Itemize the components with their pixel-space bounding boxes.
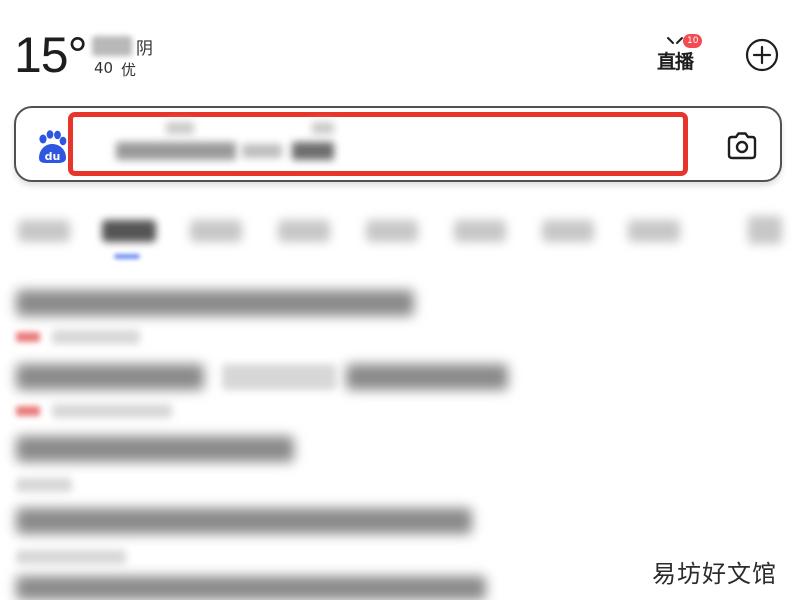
search-hint-redacted <box>166 122 194 134</box>
news-title-redacted[interactable] <box>16 576 486 600</box>
news-title-redacted[interactable] <box>16 290 414 316</box>
tab-active-redacted[interactable] <box>102 220 156 242</box>
tab-redacted[interactable] <box>542 220 594 242</box>
news-title-redacted[interactable] <box>16 436 294 462</box>
city-name-redacted <box>92 36 132 56</box>
news-tag-redacted <box>16 332 40 342</box>
live-label: 直播 <box>657 51 694 73</box>
air-quality-value: 40 <box>94 59 114 77</box>
search-hint-redacted <box>242 144 282 158</box>
search-hint-redacted <box>292 142 334 160</box>
tab-more-redacted[interactable] <box>748 216 782 244</box>
plus-circle-icon <box>745 38 779 72</box>
news-title-redacted[interactable] <box>16 364 204 390</box>
news-meta-redacted <box>16 478 72 492</box>
news-feed-redacted <box>0 196 800 600</box>
tab-redacted[interactable] <box>366 220 418 242</box>
baidu-paw-logo[interactable]: du <box>36 130 68 164</box>
search-hint-redacted <box>116 142 236 160</box>
tab-redacted[interactable] <box>628 220 680 242</box>
news-meta-redacted <box>52 330 140 344</box>
weather-condition: 阴 <box>136 39 153 59</box>
tab-indicator <box>114 254 140 259</box>
tab-redacted[interactable] <box>190 220 242 242</box>
search-bar: du <box>14 106 782 182</box>
news-meta-redacted <box>16 550 126 564</box>
tab-redacted[interactable] <box>278 220 330 242</box>
add-button[interactable] <box>745 38 779 72</box>
air-quality-level: 优 <box>121 61 137 79</box>
tab-redacted[interactable] <box>18 220 70 242</box>
news-title-redacted[interactable] <box>222 364 336 390</box>
news-meta-redacted <box>52 404 172 418</box>
watermark: 易坊好文馆 <box>652 560 777 588</box>
news-title-redacted[interactable] <box>346 364 508 390</box>
search-hint-redacted <box>312 122 334 134</box>
news-title-redacted[interactable] <box>16 508 472 534</box>
tab-redacted[interactable] <box>454 220 506 242</box>
live-button[interactable]: 直播 10 <box>654 34 703 76</box>
temperature: 15° <box>14 27 88 83</box>
live-badge: 10 <box>683 34 703 48</box>
svg-text:du: du <box>45 150 61 163</box>
camera-icon[interactable] <box>724 128 760 164</box>
news-tag-redacted <box>16 406 40 416</box>
